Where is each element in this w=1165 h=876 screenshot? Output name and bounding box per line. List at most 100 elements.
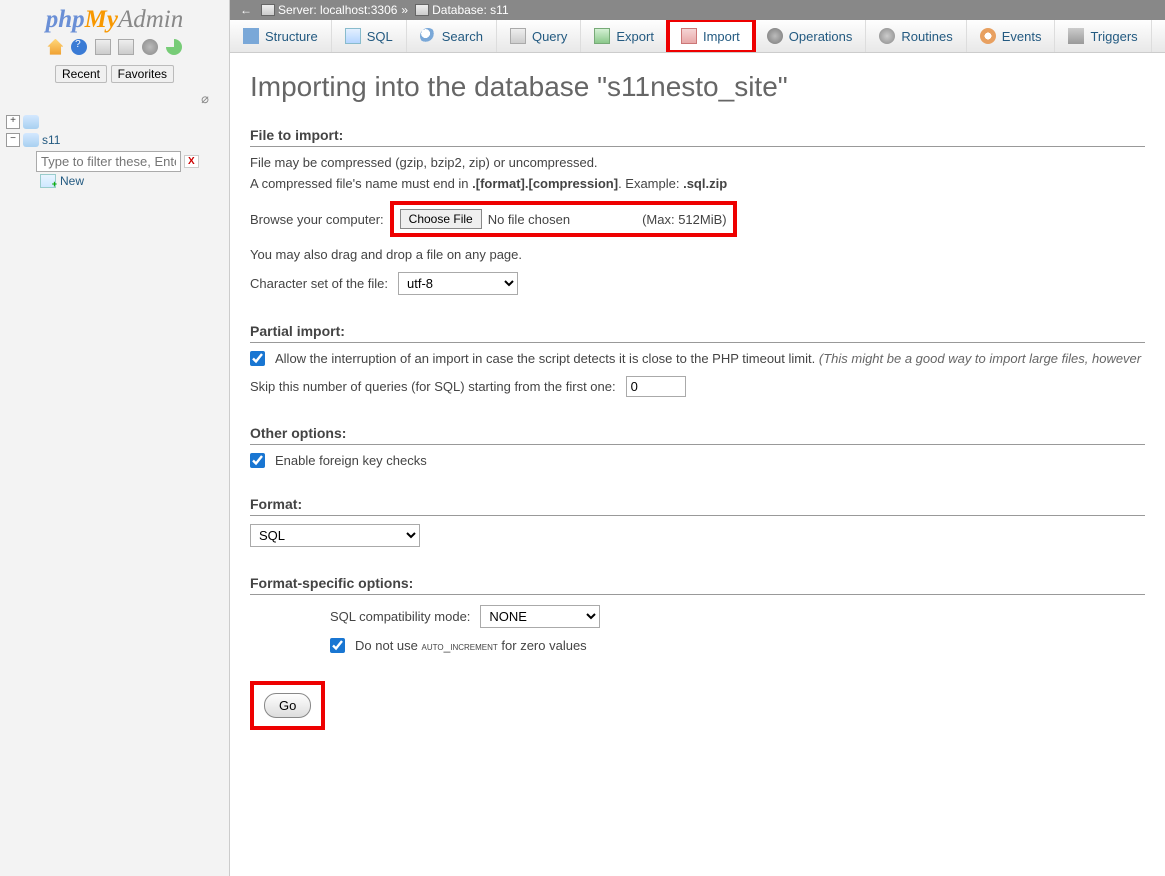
charset-row: Character set of the file: utf-8 [250, 272, 1145, 295]
tree-new-label: New [60, 174, 84, 188]
file-compressed-line-a: File may be compressed (gzip, bzip2, zip… [250, 155, 1145, 170]
auto-inc-checkbox[interactable] [330, 638, 345, 653]
section-format: Format: SQL [250, 496, 1145, 547]
link-icon[interactable]: ⌀ [0, 87, 229, 113]
breadcrumb-server-link[interactable]: localhost:3306 [320, 3, 397, 17]
settings-icon[interactable] [142, 39, 158, 55]
db-tree: + − s11 X New [0, 113, 229, 188]
tab-triggers-icon [1068, 28, 1084, 44]
tab-structure-label: Structure [265, 29, 318, 44]
section-partial: Partial import: Allow the interruption o… [250, 323, 1145, 397]
recent-button[interactable]: Recent [55, 65, 107, 83]
txt: Do not use [355, 638, 422, 653]
sidebar: phpMyAdmin Recent Favorites ⌀ + − s11 [0, 0, 230, 876]
txt: . Example: [618, 176, 683, 191]
skip-label: Skip this number of queries (for SQL) st… [250, 379, 616, 394]
tab-routines[interactable]: Routines [866, 20, 966, 52]
tab-structure[interactable]: Structure [230, 20, 332, 52]
fk-label: Enable foreign key checks [275, 453, 427, 468]
allow-interrupt-label: Allow the interruption of an import in c… [275, 351, 815, 366]
database-group-icon [23, 115, 39, 129]
breadcrumb-back-icon[interactable]: ← [240, 3, 252, 17]
txt: for zero values [498, 638, 587, 653]
tab-operations-label: Operations [789, 29, 853, 44]
compat-select[interactable]: NONE [480, 605, 600, 628]
logo-part-my: My [85, 6, 118, 33]
favorites-button[interactable]: Favorites [111, 65, 174, 83]
go-highlight: Go [250, 681, 325, 730]
tab-search-icon [420, 28, 436, 44]
section-format-specific-title: Format-specific options: [250, 575, 1145, 595]
allow-interrupt-hint: (This might be a good way to import larg… [819, 351, 1141, 366]
fk-checkbox[interactable] [250, 453, 265, 468]
tab-operations-icon [767, 28, 783, 44]
tree-filter-clear-icon[interactable]: X [184, 155, 199, 168]
tab-query-icon [510, 28, 526, 44]
main: ← Server: localhost:3306 » Database: s11… [230, 0, 1165, 876]
logo[interactable]: phpMyAdmin [0, 0, 229, 36]
logo-part-php: php [46, 6, 85, 33]
sidebar-toolbar [0, 36, 229, 61]
tree-db-s11[interactable]: s11 [42, 133, 60, 147]
breadcrumb-db-label: Database: [432, 3, 487, 17]
tab-triggers[interactable]: Triggers [1055, 20, 1151, 52]
tab-events-label: Events [1002, 29, 1042, 44]
sql-icon[interactable] [95, 39, 111, 55]
auto-inc-label: Do not use auto_increment for zero value… [355, 638, 587, 653]
tree-collapse-s11-icon[interactable]: − [6, 133, 20, 147]
compat-row: SQL compatibility mode: NONE [330, 605, 1145, 628]
docs-icon[interactable] [118, 39, 134, 55]
help-icon[interactable] [71, 39, 87, 55]
sidebar-buttons: Recent Favorites [0, 61, 229, 87]
txt: auto_increment [422, 639, 498, 653]
new-table-icon [40, 174, 56, 188]
format-select[interactable]: SQL [250, 524, 420, 547]
breadcrumb: ← Server: localhost:3306 » Database: s11 [230, 0, 1165, 20]
section-format-title: Format: [250, 496, 1145, 516]
compat-label: SQL compatibility mode: [330, 609, 470, 624]
tab-events[interactable]: Events [967, 20, 1056, 52]
allow-interrupt-checkbox[interactable] [250, 351, 265, 366]
tab-operations[interactable]: Operations [754, 20, 867, 52]
tab-triggers-label: Triggers [1090, 29, 1137, 44]
charset-select[interactable]: utf-8 [398, 272, 518, 295]
file-compressed-line-b: A compressed file's name must end in .[f… [250, 176, 1145, 191]
charset-label: Character set of the file: [250, 276, 388, 291]
txt: .[format].[compression] [472, 176, 618, 191]
file-chosen-text: No file chosen [488, 212, 570, 227]
tab-search[interactable]: Search [407, 20, 497, 52]
tab-import-label: Import [703, 29, 740, 44]
tab-query-label: Query [532, 29, 567, 44]
database-icon [23, 133, 39, 147]
choose-file-button[interactable]: Choose File [400, 209, 482, 229]
section-partial-title: Partial import: [250, 323, 1145, 343]
breadcrumb-server-label: Server: [278, 3, 317, 17]
auto-inc-row: Do not use auto_increment for zero value… [330, 638, 1145, 653]
skip-row: Skip this number of queries (for SQL) st… [250, 376, 1145, 397]
reload-icon[interactable] [166, 39, 182, 55]
tab-routines-label: Routines [901, 29, 952, 44]
tree-new-item[interactable]: New [40, 174, 223, 188]
tab-export[interactable]: Export [581, 20, 668, 52]
tab-routines-icon [879, 28, 895, 44]
tab-search-label: Search [442, 29, 483, 44]
tree-filter-input[interactable] [36, 151, 181, 172]
tab-export-label: Export [616, 29, 654, 44]
logo-part-admin: Admin [118, 6, 183, 33]
tab-import[interactable]: Import [668, 20, 754, 52]
section-format-specific: Format-specific options: SQL compatibili… [250, 575, 1145, 653]
section-other-title: Other options: [250, 425, 1145, 445]
skip-input[interactable] [626, 376, 686, 397]
tab-query[interactable]: Query [497, 20, 581, 52]
breadcrumb-db-link[interactable]: s11 [490, 3, 508, 17]
tab-sql-label: SQL [367, 29, 393, 44]
file-input-highlight: Choose File No file chosen (Max: 512MiB) [390, 201, 737, 237]
go-button[interactable]: Go [264, 693, 311, 718]
file-max-size: (Max: 512MiB) [642, 212, 727, 227]
home-icon[interactable] [47, 39, 63, 55]
fk-row: Enable foreign key checks [250, 453, 1145, 468]
file-browse-label: Browse your computer: [250, 212, 384, 227]
tree-expand-root-icon[interactable]: + [6, 115, 20, 129]
txt: .sql.zip [683, 176, 727, 191]
tab-sql[interactable]: SQL [332, 20, 407, 52]
